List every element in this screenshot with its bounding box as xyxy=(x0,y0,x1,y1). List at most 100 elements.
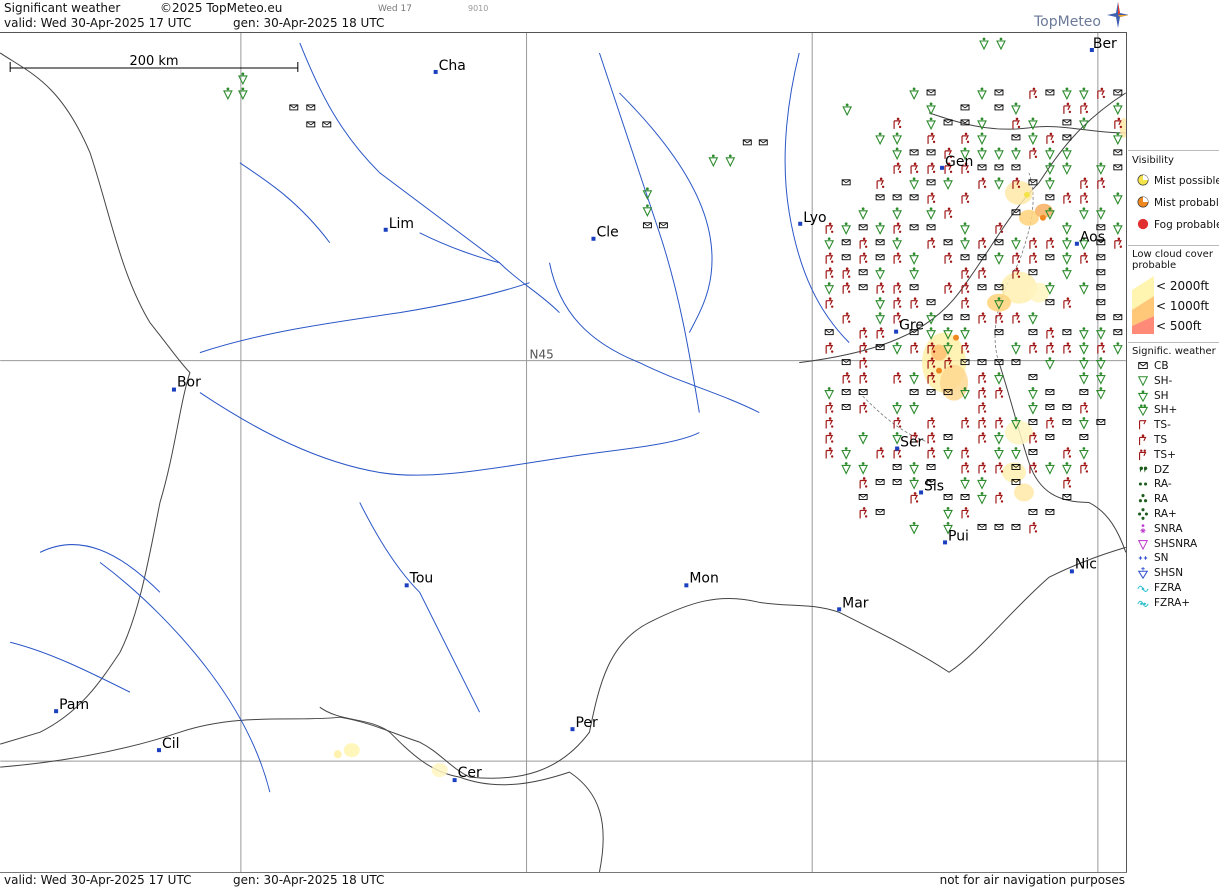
compass-star-icon xyxy=(1107,2,1129,28)
city-marker-aos[interactable]: Aos xyxy=(1074,230,1105,246)
city-label: Ber xyxy=(1093,36,1117,52)
low-cloud-patch xyxy=(333,750,342,759)
city-label: Cha xyxy=(439,58,466,74)
logo-text: TopMeteo xyxy=(1034,14,1101,30)
sigwx-label: SH- xyxy=(1154,374,1173,387)
sigwx-label: CB xyxy=(1154,360,1169,372)
header-bar: Significant weather ©2025 TopMeteo.eu va… xyxy=(0,0,1127,32)
city-label: Ser xyxy=(900,435,923,451)
city-label: Cle xyxy=(596,225,618,241)
city-marker-pam[interactable]: Pam xyxy=(54,697,89,713)
sigwx-shminus-icon xyxy=(1137,375,1149,387)
city-marker-nic[interactable]: Nic xyxy=(1069,556,1097,574)
city-label: Lim xyxy=(389,216,414,232)
low-cloud-patch xyxy=(1013,483,1034,502)
lowcloud-title-1: Low cloud cover xyxy=(1132,249,1213,260)
sigwx-shsn-icon xyxy=(1137,567,1149,580)
weather-map[interactable]: N45 200 km Cha Lim Cle Lyo Gen Ber Aos G… xyxy=(0,32,1127,872)
sigwx-raminus-icon xyxy=(1138,482,1148,486)
low-cloud-patch xyxy=(431,763,448,778)
small-code: 9010 xyxy=(468,4,489,13)
city-marker-tou[interactable]: Tou xyxy=(404,570,434,588)
city-label: Nic xyxy=(1075,556,1097,572)
city-marker-ber[interactable]: Ber xyxy=(1089,36,1117,52)
sigwx-dz-icon xyxy=(1139,466,1148,473)
generated-time: gen: 30-Apr-2025 18 UTC xyxy=(233,16,385,30)
sigwx-shsnra-icon xyxy=(1137,539,1149,550)
sigwx-sn-icon xyxy=(1138,556,1148,561)
lowcloud-500-label: < 500ft xyxy=(1156,319,1202,333)
valid-time: valid: Wed 30-Apr-2025 17 UTC xyxy=(4,16,192,30)
city-marker-bor[interactable]: Bor xyxy=(171,375,201,392)
city-label: Tou xyxy=(409,570,434,586)
sigwx-label: SH xyxy=(1154,389,1169,402)
visibility-title: Visibility xyxy=(1132,155,1174,166)
topmeteo-logo: TopMeteo xyxy=(1034,2,1129,30)
small-time: Wed 17 xyxy=(378,4,412,14)
city-marker-per[interactable]: Per xyxy=(570,715,598,731)
city-label: Lyo xyxy=(803,210,826,226)
sigwx-label: FZRA xyxy=(1154,582,1182,594)
mist-probable-label: Mist probable xyxy=(1154,197,1219,209)
mist-marker xyxy=(1023,191,1030,198)
city-label: Sis xyxy=(924,478,944,494)
footer-bar: valid: Wed 30-Apr-2025 17 UTC gen: 30-Ap… xyxy=(0,872,1127,888)
lowcloud-1000-label: < 1000ft xyxy=(1156,299,1210,313)
city-label: Bor xyxy=(177,375,201,391)
sigwx-label: SNRA xyxy=(1154,522,1183,535)
city-marker-mon[interactable]: Mon xyxy=(684,570,719,588)
city-label: Per xyxy=(575,715,598,731)
city-marker-lim[interactable]: Lim xyxy=(383,216,414,232)
city-label: Pui xyxy=(948,528,969,544)
lowcloud-title-2: probable xyxy=(1132,260,1177,271)
city-label: Mar xyxy=(842,595,869,611)
copyright: ©2025 TopMeteo.eu xyxy=(160,1,283,15)
sigwx-label: SN xyxy=(1154,552,1169,565)
sigwx-sh-icon xyxy=(1137,389,1149,402)
city-marker-cer[interactable]: Cer xyxy=(452,765,482,783)
mist-possible-icon xyxy=(1137,174,1149,186)
sigwx-label: TS- xyxy=(1154,419,1171,432)
sigwx-label: RA xyxy=(1154,493,1169,506)
city-marker-cle[interactable]: Cle xyxy=(591,225,619,241)
sigwx-shplus-icon xyxy=(1137,404,1149,417)
sigwx-label: SHSNRA xyxy=(1154,537,1198,550)
sigwx-label: RA- xyxy=(1154,478,1172,491)
mist-marker xyxy=(1039,214,1046,221)
sigwx-ts-icon xyxy=(1139,434,1147,446)
mist-marker xyxy=(953,334,960,341)
sigwx-fzraplus-icon xyxy=(1137,600,1149,607)
sigwx-label: DZ xyxy=(1154,463,1170,476)
city-marker-mar[interactable]: Mar xyxy=(837,595,869,611)
sigwx-label: FZRA+ xyxy=(1154,596,1191,609)
sigwx-raplus-icon xyxy=(1138,508,1148,520)
city-label: Mon xyxy=(689,570,718,586)
city-marker-gen[interactable]: Gen xyxy=(940,154,973,170)
lowcloud-swatch-icon xyxy=(1132,276,1154,334)
mist-possible-label: Mist possible xyxy=(1154,175,1219,187)
sigwx-cb-icon xyxy=(1138,362,1148,369)
city-marker-ser[interactable]: Ser xyxy=(895,435,924,451)
footer-valid: valid: Wed 30-Apr-2025 17 UTC xyxy=(4,873,192,887)
sigwx-label: TS xyxy=(1154,434,1168,446)
mist-probable-icon xyxy=(1137,196,1149,208)
city-label: Aos xyxy=(1080,230,1105,246)
city-label: Cer xyxy=(458,765,482,781)
legend-panel: Visibility Mist possible Mist probable F… xyxy=(1128,0,1219,887)
city-marker-cha[interactable]: Cha xyxy=(433,58,466,74)
sigwx-title: Signific. weather xyxy=(1132,346,1216,357)
mist-marker xyxy=(936,367,943,374)
sigwx-label: SHSN xyxy=(1154,567,1184,580)
map-title: Significant weather xyxy=(4,1,121,15)
city-label: Pam xyxy=(59,697,89,713)
city-marker-lyo[interactable]: Lyo xyxy=(798,210,827,226)
sigwx-ra-icon xyxy=(1138,494,1148,503)
city-marker-gre[interactable]: Gre xyxy=(894,318,924,334)
sigwx-tsminus-icon xyxy=(1139,420,1147,430)
fog-probable-icon xyxy=(1137,218,1149,230)
fog-probable-label: Fog probable xyxy=(1154,219,1219,231)
footer-disclaimer: not for air navigation purposes xyxy=(939,873,1125,887)
footer-generated: gen: 30-Apr-2025 18 UTC xyxy=(233,873,385,887)
sigwx-label: SH+ xyxy=(1154,404,1178,417)
scale-label: 200 km xyxy=(129,54,178,69)
